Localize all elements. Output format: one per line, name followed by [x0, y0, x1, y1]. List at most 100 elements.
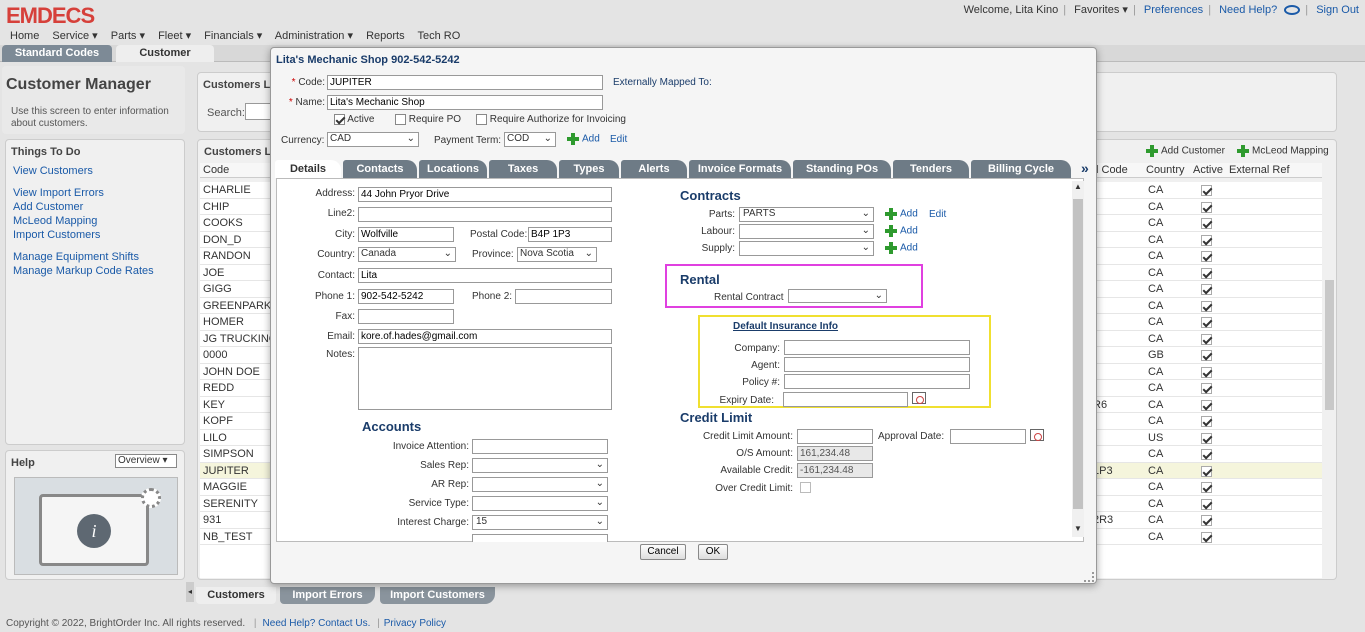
- row-active-checkbox[interactable]: [1201, 350, 1212, 361]
- grid-scrollbar[interactable]: [1323, 180, 1336, 564]
- scroll-thumb[interactable]: [1073, 199, 1083, 509]
- col-active[interactable]: Active: [1193, 164, 1223, 176]
- menu-parts[interactable]: Parts ▾: [111, 30, 145, 42]
- row-active-checkbox[interactable]: [1201, 317, 1212, 328]
- row-active-checkbox[interactable]: [1201, 515, 1212, 526]
- tab-billing-cycle[interactable]: Billing Cycle: [971, 160, 1071, 178]
- preferences-link[interactable]: Preferences: [1144, 4, 1203, 16]
- row-active-checkbox[interactable]: [1201, 185, 1212, 196]
- todo-view-customers[interactable]: View Customers: [13, 164, 181, 178]
- row-active-checkbox[interactable]: [1201, 300, 1212, 312]
- require-po-checkbox[interactable]: [395, 114, 406, 125]
- active-checkbox[interactable]: [334, 114, 345, 125]
- bottom-tab-import-customers[interactable]: Import Customers: [380, 587, 495, 604]
- add-customer-button[interactable]: Add Customer: [1146, 145, 1225, 157]
- row-active-checkbox[interactable]: [1201, 482, 1212, 493]
- row-active-checkbox[interactable]: [1201, 449, 1212, 460]
- row-active-checkbox[interactable]: [1201, 201, 1212, 213]
- payment-term-select[interactable]: COD ⌄: [504, 132, 556, 147]
- tab-invoice-formats[interactable]: Invoice Formats: [689, 160, 791, 178]
- row-active-checkbox[interactable]: [1201, 465, 1212, 477]
- email-input[interactable]: [358, 329, 612, 344]
- insurance-policy-input[interactable]: [784, 374, 970, 389]
- supply-add-button[interactable]: Add: [885, 242, 918, 254]
- partial-select[interactable]: [472, 534, 608, 542]
- over-credit-limit-checkbox[interactable]: [800, 482, 811, 493]
- tab-locations[interactable]: Locations: [419, 160, 487, 178]
- privacy-policy-link[interactable]: Privacy Policy: [384, 618, 446, 629]
- phone2-input[interactable]: [515, 289, 612, 304]
- row-active-checkbox[interactable]: [1201, 416, 1212, 427]
- row-active-checkbox[interactable]: [1201, 251, 1212, 262]
- require-po-wrap[interactable]: Require PO: [395, 114, 461, 125]
- col-external-ref[interactable]: External Ref: [1229, 164, 1290, 176]
- cancel-button[interactable]: Cancel: [640, 544, 686, 560]
- menu-financials[interactable]: Financials ▾: [204, 30, 262, 42]
- tab-alerts[interactable]: Alerts: [621, 160, 687, 178]
- bottom-tab-customers[interactable]: Customers: [196, 587, 276, 604]
- scroll-up-icon[interactable]: ▲: [1074, 182, 1082, 191]
- row-active-checkbox[interactable]: [1201, 366, 1212, 378]
- supply-contract-select[interactable]: ⌄: [739, 241, 874, 256]
- tab-customer[interactable]: Customer: [116, 45, 214, 62]
- tab-standard-codes[interactable]: Standard Codes: [2, 45, 112, 62]
- row-active-checkbox[interactable]: [1201, 432, 1212, 444]
- parts-add-button[interactable]: Add: [885, 208, 918, 220]
- insurance-agent-input[interactable]: [784, 357, 970, 372]
- interest-charge-select[interactable]: 15 ⌄: [472, 515, 608, 530]
- row-active-checkbox[interactable]: [1201, 284, 1212, 295]
- sales-rep-select[interactable]: ⌄: [472, 458, 608, 473]
- todo-import-customers[interactable]: Import Customers: [13, 228, 181, 242]
- labour-add-button[interactable]: Add: [885, 225, 918, 237]
- service-type-select[interactable]: ⌄: [472, 496, 608, 511]
- phone1-input[interactable]: [358, 289, 454, 304]
- grid-scroll-thumb[interactable]: [1325, 280, 1334, 410]
- ar-rep-select[interactable]: ⌄: [472, 477, 608, 492]
- row-active-checkbox[interactable]: [1201, 498, 1212, 510]
- scroll-down-icon[interactable]: ▼: [1074, 524, 1082, 533]
- help-video-thumbnail[interactable]: i: [14, 477, 178, 575]
- row-active-checkbox[interactable]: [1201, 267, 1212, 279]
- calendar-icon[interactable]: [912, 392, 926, 404]
- col-country[interactable]: Country: [1146, 164, 1185, 176]
- bottom-tab-import-errors[interactable]: Import Errors: [280, 587, 375, 604]
- menu-service[interactable]: Service ▾: [52, 30, 97, 42]
- todo-add-customer[interactable]: Add Customer: [13, 200, 181, 214]
- favorites-menu[interactable]: Favorites ▾: [1074, 4, 1128, 16]
- tab-taxes[interactable]: Taxes: [489, 160, 557, 178]
- credit-limit-amount-input[interactable]: [797, 429, 873, 444]
- sign-out-link[interactable]: Sign Out: [1316, 4, 1359, 16]
- tab-standing-pos[interactable]: Standing POs: [793, 160, 891, 178]
- require-authorize-wrap[interactable]: Require Authorize for Invoicing: [476, 114, 626, 125]
- active-checkbox-wrap[interactable]: Active: [334, 114, 374, 125]
- menu-fleet[interactable]: Fleet ▾: [158, 30, 191, 42]
- insurance-expiry-input[interactable]: [783, 392, 908, 407]
- insurance-company-input[interactable]: [784, 340, 970, 355]
- row-active-checkbox[interactable]: [1201, 399, 1212, 411]
- menu-home[interactable]: Home: [10, 30, 39, 42]
- line2-input[interactable]: [358, 207, 612, 222]
- province-select[interactable]: Nova Scotia ⌄: [517, 247, 597, 262]
- labour-contract-select[interactable]: ⌄: [739, 224, 874, 239]
- parts-edit-link[interactable]: Edit: [929, 209, 946, 220]
- tab-tenders[interactable]: Tenders: [893, 160, 969, 178]
- postal-code-input[interactable]: [528, 227, 612, 242]
- require-authorize-checkbox[interactable]: [476, 114, 487, 125]
- notes-textarea[interactable]: [358, 347, 612, 410]
- col-postal[interactable]: l Code: [1096, 164, 1128, 176]
- need-help-link[interactable]: Need Help?: [1219, 4, 1277, 16]
- contact-us-link[interactable]: Need Help? Contact Us.: [263, 618, 371, 629]
- chat-icon[interactable]: [1284, 5, 1301, 16]
- contact-input[interactable]: [358, 268, 612, 283]
- todo-mcleod-mapping[interactable]: McLeod Mapping: [13, 214, 181, 228]
- todo-view-import-errors[interactable]: View Import Errors: [13, 186, 181, 200]
- row-active-checkbox[interactable]: [1201, 234, 1212, 246]
- calendar-icon[interactable]: [1030, 429, 1044, 441]
- code-input[interactable]: [327, 75, 603, 90]
- payment-add-button[interactable]: Add: [567, 133, 600, 145]
- menu-administration[interactable]: Administration ▾: [275, 30, 353, 42]
- content-scrollbar[interactable]: ▲ ▼: [1072, 181, 1084, 537]
- fax-input[interactable]: [358, 309, 454, 324]
- row-active-checkbox[interactable]: [1201, 383, 1212, 394]
- ok-button[interactable]: OK: [698, 544, 728, 560]
